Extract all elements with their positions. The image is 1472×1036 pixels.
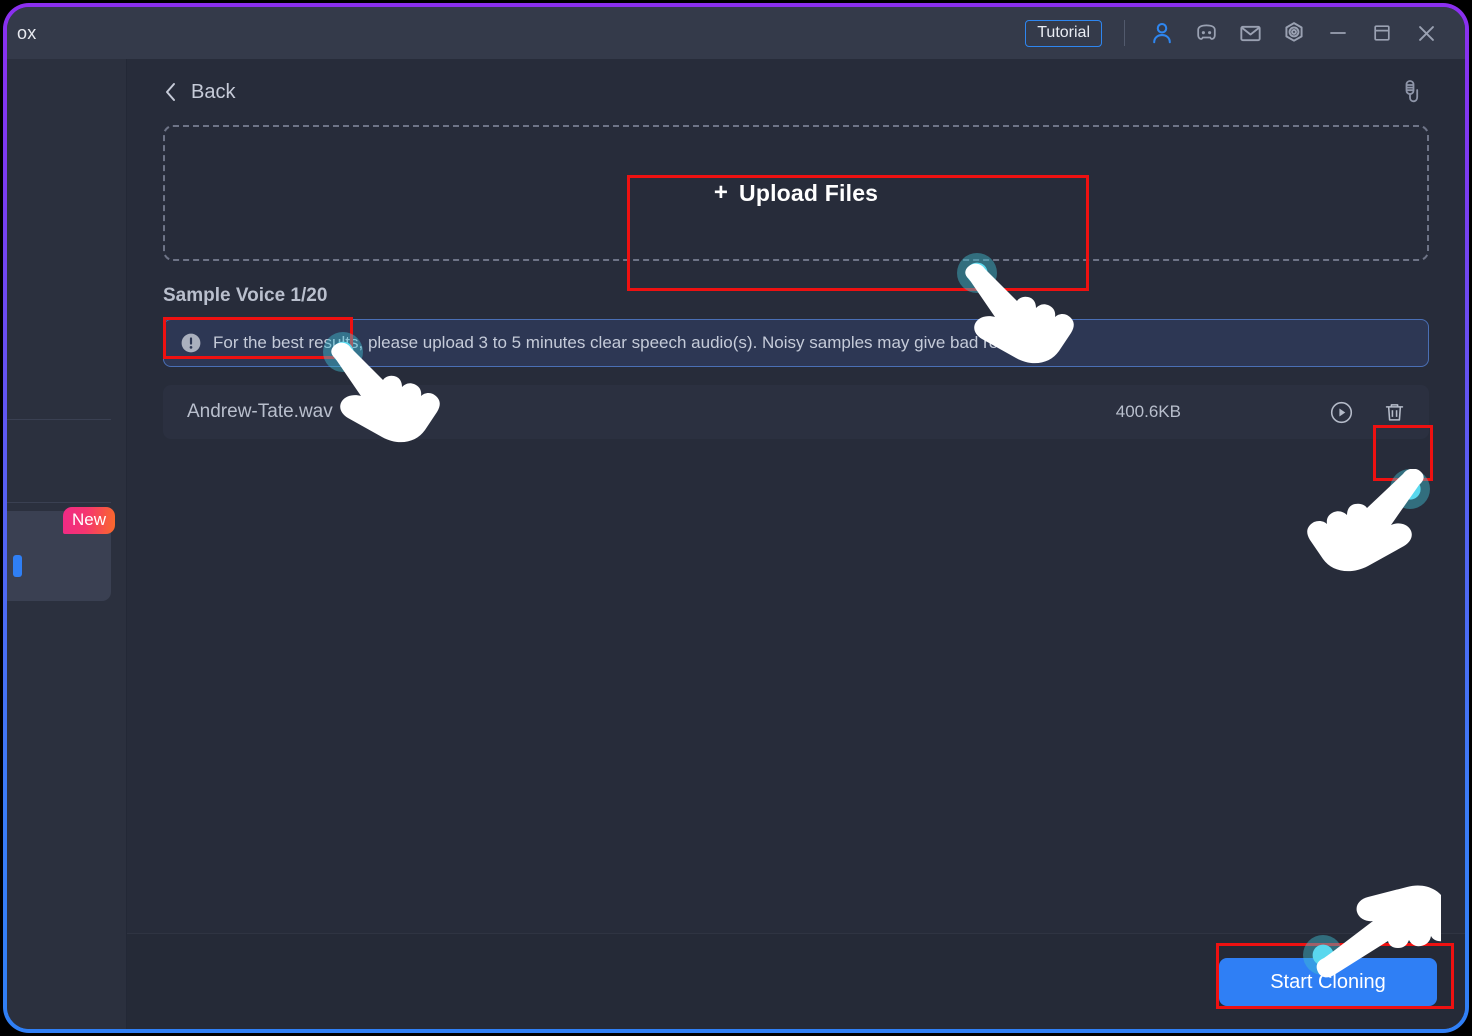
tutorial-button[interactable]: Tutorial (1025, 19, 1102, 47)
file-size: 400.6KB (1115, 402, 1181, 421)
settings-icon[interactable] (1277, 16, 1311, 50)
trash-icon[interactable] (1382, 400, 1407, 425)
cursor-ripple-start-cloning (1303, 935, 1343, 975)
minimize-icon[interactable] (1321, 16, 1355, 50)
close-icon[interactable] (1409, 16, 1443, 50)
body-area: ch ch New Back (7, 59, 1465, 1029)
main-content: Back + Upload Files Sample Voice 1/20 Fo… (127, 59, 1465, 1029)
titlebar-divider (1124, 20, 1125, 46)
content-header: Back (127, 59, 1465, 125)
sidebar-divider-1 (7, 419, 111, 420)
file-name: Andrew-Tate.wav (187, 401, 333, 422)
maximize-icon[interactable] (1365, 16, 1399, 50)
content-footer: Start Cloning (127, 933, 1465, 1029)
upload-files-label: Upload Files (739, 179, 879, 206)
title-bar: ox Tutorial (7, 7, 1465, 59)
account-icon[interactable] (1145, 16, 1179, 50)
cursor-ripple-sample-voice (323, 332, 363, 372)
content-scroll-area: + Upload Files Sample Voice 1/20 For the… (127, 125, 1465, 933)
app-window: ox Tutorial New Back + Upload Files Samp… (3, 3, 1469, 1033)
titlebar-controls: Tutorial (1025, 7, 1465, 59)
upload-files-button[interactable]: + Upload Files (714, 179, 878, 207)
table-row[interactable]: Andrew-Tate.wav 400.6KB (163, 385, 1429, 439)
cursor-ripple-delete (1390, 469, 1430, 509)
cursor-ripple-upload (957, 253, 997, 293)
sample-voice-heading: Sample Voice 1/20 (163, 285, 328, 306)
mail-icon[interactable] (1233, 16, 1267, 50)
back-button[interactable]: Back (163, 81, 235, 104)
mic-jack-icon[interactable] (1397, 76, 1429, 108)
upload-dropzone[interactable]: + Upload Files (163, 125, 1429, 261)
sidebar: ch ch New (7, 59, 127, 1029)
play-icon[interactable] (1329, 400, 1354, 425)
sidebar-item-1[interactable]: ch (7, 151, 111, 171)
info-icon (180, 332, 202, 354)
chevron-left-icon (163, 81, 178, 103)
sidebar-promo-accent (13, 555, 22, 577)
sidebar-item-2[interactable]: ch (7, 321, 111, 341)
app-title: ox (17, 22, 37, 43)
discord-icon[interactable] (1189, 16, 1223, 50)
window-inner: ox Tutorial New Back + Upload Files Samp… (7, 7, 1465, 1029)
sidebar-divider-2 (7, 502, 111, 503)
back-label: Back (191, 80, 236, 103)
new-badge: New (63, 507, 116, 534)
plus-icon: + (713, 179, 729, 206)
